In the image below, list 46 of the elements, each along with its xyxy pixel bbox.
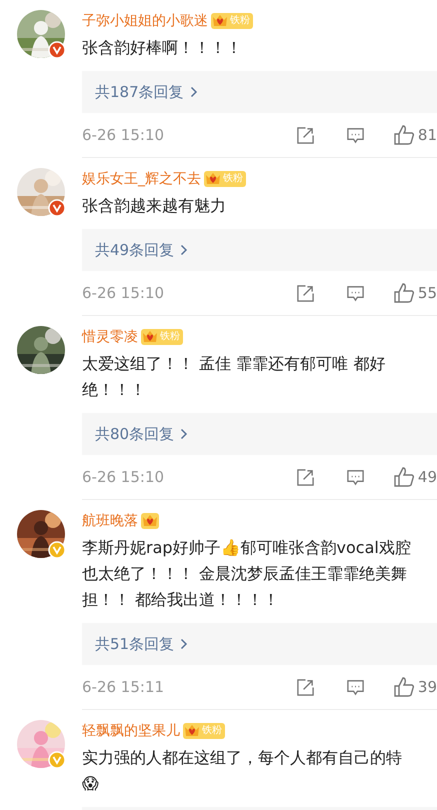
thumbs-up-icon[interactable] [392,466,415,488]
comment-time: 6-26 15:10 [82,124,164,146]
chevron-right-icon [180,638,188,650]
crown-heart-icon [184,724,200,738]
comment-icon[interactable] [346,468,365,486]
share-icon[interactable] [296,284,315,302]
replies-link[interactable]: 共51条回复 [95,632,188,656]
fan-badge: 铁粉 [204,171,246,187]
user-name[interactable]: 轻飘飘的坚果儿 [82,720,180,742]
user-name[interactable]: 航班晚落 [82,510,138,532]
share-icon[interactable] [296,678,315,696]
fan-badge: 铁粉 [141,329,183,345]
chevron-right-icon [180,244,188,256]
like-count: 81 [418,124,437,146]
crown-heart-icon [142,330,158,344]
thumbs-up-icon[interactable] [392,124,415,146]
comment-text: 实力强的人都在这组了，每个人都有自己的特 😱 [82,747,403,795]
comment-icon[interactable] [346,126,365,144]
thumbs-up-icon[interactable] [392,676,415,698]
crown-heart-icon [212,14,228,28]
thumbs-up-icon[interactable] [392,282,415,304]
comment-text: 张含韵越来越有魅力 [82,195,227,217]
like-count: 39 [418,676,437,698]
replies-link[interactable]: 共49条回复 [95,238,188,262]
crown-heart-icon [205,172,221,186]
like-count: 55 [418,282,437,304]
like-count: 49 [418,466,437,488]
share-icon[interactable] [296,468,315,486]
fan-badge: 铁粉 [183,723,225,739]
comment-text: 太爱这组了！！ 孟佳 霏霏还有郁可唯 都好绝！！！ [82,353,386,401]
comment-icon[interactable] [346,284,365,302]
comment-time: 6-26 15:11 [82,676,164,698]
replies-link[interactable]: 共187条回复 [95,80,198,104]
user-name[interactable]: 子弥小姐姐的小歌迷 [82,10,208,32]
comment-text: 李斯丹妮rap好帅子👍郁可唯张含韵vocal戏腔也太绝了！！！ 金晨沈梦辰孟佳王霏霏绝美舞担！！ 都给我出道！！！！ [82,537,412,611]
comment-time: 6-26 15:10 [82,282,164,304]
share-icon[interactable] [296,126,315,144]
comment-time: 6-26 15:10 [82,466,164,488]
comment-icon[interactable] [346,678,365,696]
chevron-right-icon [180,428,188,440]
replies-link[interactable]: 共80条回复 [95,422,188,446]
chevron-right-icon [190,86,198,98]
user-name[interactable]: 惜灵零凌 [82,326,138,348]
fan-badge: 铁粉 [211,13,253,29]
user-name[interactable]: 娱乐女王_辉之不去 [82,168,201,190]
comment-text: 张含韵好棒啊！！！！ [82,37,243,59]
